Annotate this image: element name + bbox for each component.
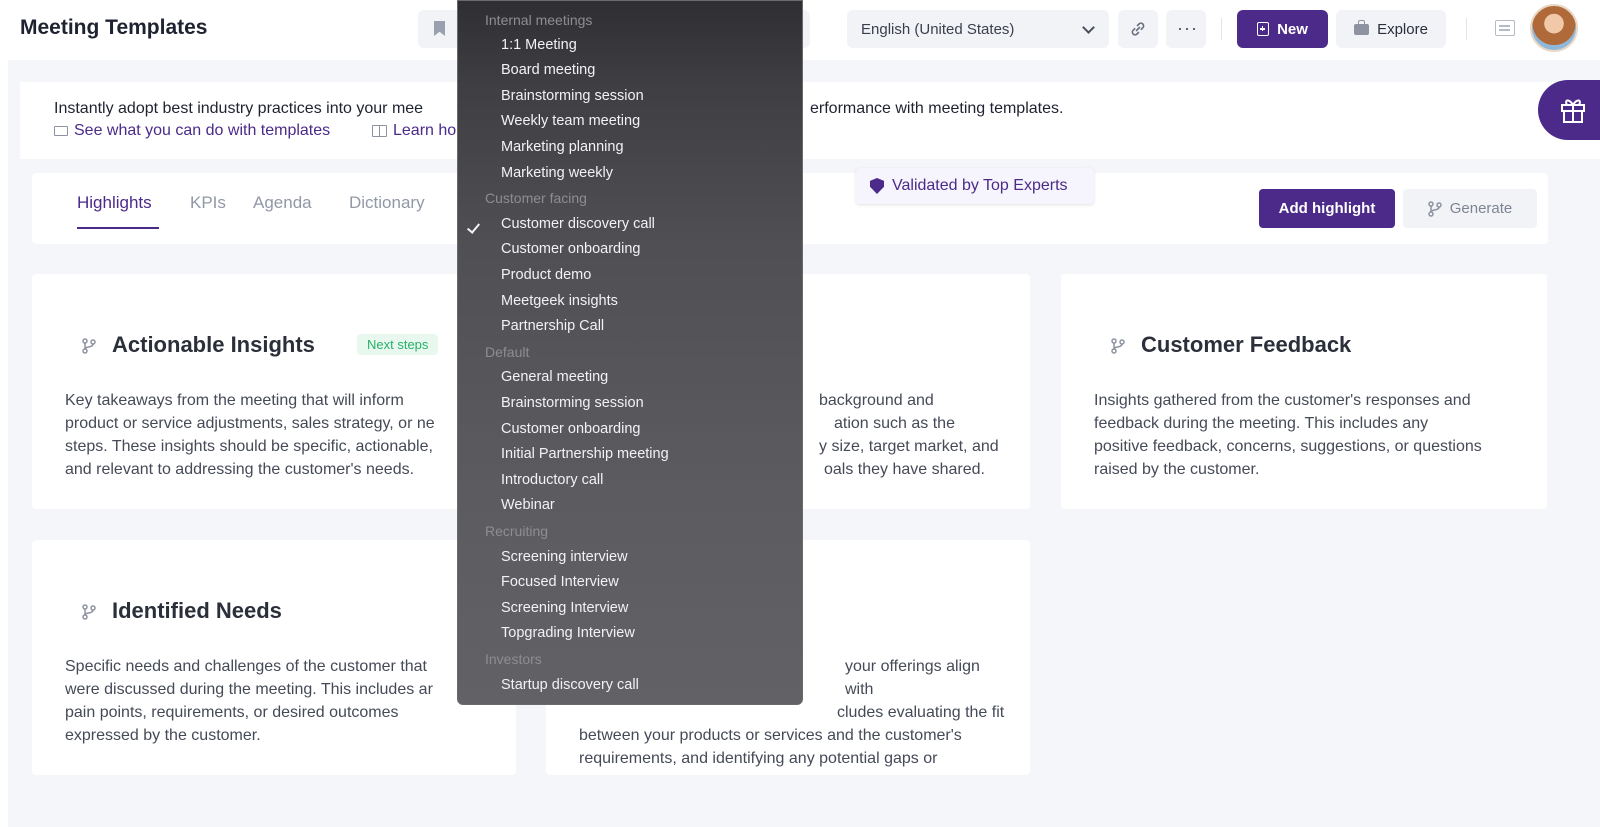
card-description: Insights gathered from the customer's re… xyxy=(1094,389,1524,481)
card-description-line: positive feedback, concerns, suggestions… xyxy=(1094,438,1482,455)
shield-icon xyxy=(870,178,884,194)
card-description-line: steps. These insights should be specific… xyxy=(65,438,433,455)
branch-icon xyxy=(1427,200,1442,217)
learn-how-link[interactable]: Learn ho xyxy=(372,122,456,140)
dropdown-item[interactable]: Weekly team meeting xyxy=(501,113,640,129)
explore-button-label: Explore xyxy=(1377,20,1428,38)
check-icon xyxy=(466,220,481,234)
more-icon: ··· xyxy=(1177,18,1198,38)
card-description: Key takeaways from the meeting that will… xyxy=(65,389,495,481)
card-description-line: Insights gathered from the customer's re… xyxy=(1094,392,1471,409)
gift-icon xyxy=(1561,99,1585,123)
dropdown-item[interactable]: Meetgeek insights xyxy=(501,293,618,309)
card-description-line: pain points, requirements, or desired ou… xyxy=(65,704,399,721)
dropdown-item[interactable]: Introductory call xyxy=(501,472,603,488)
card-title: Identified Needs xyxy=(112,598,282,623)
dropdown-item[interactable]: Board meeting xyxy=(501,62,595,78)
banner-text-end: erformance with meeting templates. xyxy=(810,100,1064,117)
card-description-line: Key takeaways from the meeting that will… xyxy=(65,392,404,409)
banner-text-start: Instantly adopt best industry practices … xyxy=(54,100,424,117)
tab-kpis[interactable]: KPIs xyxy=(190,193,226,213)
info-banner: Instantly adopt best industry practices … xyxy=(20,82,1600,159)
explore-button[interactable]: Explore xyxy=(1336,10,1446,48)
highlight-card[interactable]: Customer Feedback Insights gathered from… xyxy=(1061,274,1547,509)
highlight-card[interactable]: Actionable Insights Next steps Key takea… xyxy=(32,274,516,509)
dropdown-item[interactable]: General meeting xyxy=(501,369,608,385)
dropdown-item[interactable]: Brainstorming session xyxy=(501,88,644,104)
card-description-line: were discussed during the meeting. This … xyxy=(65,681,433,698)
book-icon xyxy=(372,125,387,137)
screen-icon xyxy=(54,126,68,136)
learn-how-link-label: Learn ho xyxy=(393,122,457,139)
language-select[interactable]: English (United States) xyxy=(847,10,1109,48)
tab-agenda[interactable]: Agenda xyxy=(253,193,312,213)
new-template-button[interactable]: New xyxy=(1237,10,1328,48)
card-description-line: Specific needs and challenges of the cus… xyxy=(65,658,427,675)
chat-icon[interactable] xyxy=(1495,20,1515,36)
card-description-line: raised by the customer. xyxy=(1094,461,1260,478)
card-title: Customer Feedback xyxy=(1141,332,1352,357)
tab-highlights[interactable]: Highlights xyxy=(77,193,152,213)
card-description-line: requirements, and identifying any potent… xyxy=(579,750,938,767)
template-dropdown-menu: Internal meetings 1:1 Meeting Board meet… xyxy=(457,0,803,705)
dropdown-group-label: Internal meetings xyxy=(485,12,593,28)
tab-dictionary[interactable]: Dictionary xyxy=(349,193,425,213)
card-description-line: expressed by the customer. xyxy=(65,727,261,744)
generate-button-label: Generate xyxy=(1449,200,1513,217)
dropdown-item[interactable]: Brainstorming session xyxy=(501,395,644,411)
dropdown-item[interactable]: Screening Interview xyxy=(501,600,628,616)
left-edge-strip xyxy=(0,0,8,827)
dropdown-group-label: Default xyxy=(485,344,530,360)
dropdown-item[interactable]: Customer onboarding xyxy=(501,241,640,257)
card-description-line: product or service adjustments, sales st… xyxy=(65,415,435,432)
dropdown-item[interactable]: Focused Interview xyxy=(501,574,619,590)
dropdown-item[interactable]: 1:1 Meeting xyxy=(501,37,577,53)
generate-button[interactable]: Generate xyxy=(1403,189,1537,228)
user-avatar[interactable] xyxy=(1530,4,1578,52)
branch-icon xyxy=(82,604,96,620)
dropdown-item[interactable]: Marketing planning xyxy=(501,139,624,155)
dropdown-item[interactable]: Initial Partnership meeting xyxy=(501,446,669,462)
card-description-line: and relevant to addressing the customer'… xyxy=(65,461,415,478)
see-templates-link[interactable]: See what you can do with templates xyxy=(54,122,330,140)
dropdown-item[interactable]: Webinar xyxy=(501,497,555,513)
more-options-button[interactable]: ··· xyxy=(1166,10,1206,48)
dropdown-group-label: Investors xyxy=(485,651,542,667)
dropdown-item-selected[interactable]: Customer discovery call xyxy=(501,216,655,232)
gift-button[interactable] xyxy=(1538,80,1600,140)
validated-badge: Validated by Top Experts xyxy=(856,168,1094,204)
highlight-card[interactable]: Identified Needs Specific needs and chal… xyxy=(32,540,516,775)
copy-link-button[interactable] xyxy=(1118,10,1158,48)
next-steps-badge: Next steps xyxy=(357,334,439,355)
new-button-label: New xyxy=(1277,20,1308,38)
validated-label: Validated by Top Experts xyxy=(892,177,1068,194)
dropdown-item[interactable]: Partnership Call xyxy=(501,318,604,334)
card-description-line: between your products or services and th… xyxy=(579,727,962,744)
new-document-icon xyxy=(1257,22,1270,36)
briefcase-icon xyxy=(1354,19,1370,35)
dropdown-item[interactable]: Startup discovery call xyxy=(501,677,639,693)
card-description-line: feedback during the meeting. This includ… xyxy=(1094,415,1429,432)
dropdown-group-label: Customer facing xyxy=(485,190,587,206)
card-description: Specific needs and challenges of the cus… xyxy=(65,655,495,747)
dropdown-item[interactable]: Customer onboarding xyxy=(501,421,640,437)
header-divider xyxy=(1466,18,1467,40)
dropdown-item[interactable]: Screening interview xyxy=(501,549,628,565)
language-value: English (United States) xyxy=(861,21,1015,38)
header-divider xyxy=(1221,18,1222,40)
dropdown-item[interactable]: Marketing weekly xyxy=(501,165,613,181)
link-icon xyxy=(1131,22,1145,36)
active-tab-indicator xyxy=(77,227,159,229)
see-templates-link-label: See what you can do with templates xyxy=(74,122,331,139)
dropdown-item[interactable]: Topgrading Interview xyxy=(501,625,635,641)
add-highlight-button[interactable]: Add highlight xyxy=(1259,189,1395,228)
bookmark-icon xyxy=(434,21,445,36)
branch-icon xyxy=(1111,338,1125,354)
dropdown-item[interactable]: Product demo xyxy=(501,267,591,283)
branch-icon xyxy=(82,338,96,354)
dropdown-group-label: Recruiting xyxy=(485,523,549,539)
chevron-down-icon xyxy=(1082,21,1095,34)
page-title: Meeting Templates xyxy=(20,16,208,39)
card-title: Actionable Insights xyxy=(112,332,315,357)
